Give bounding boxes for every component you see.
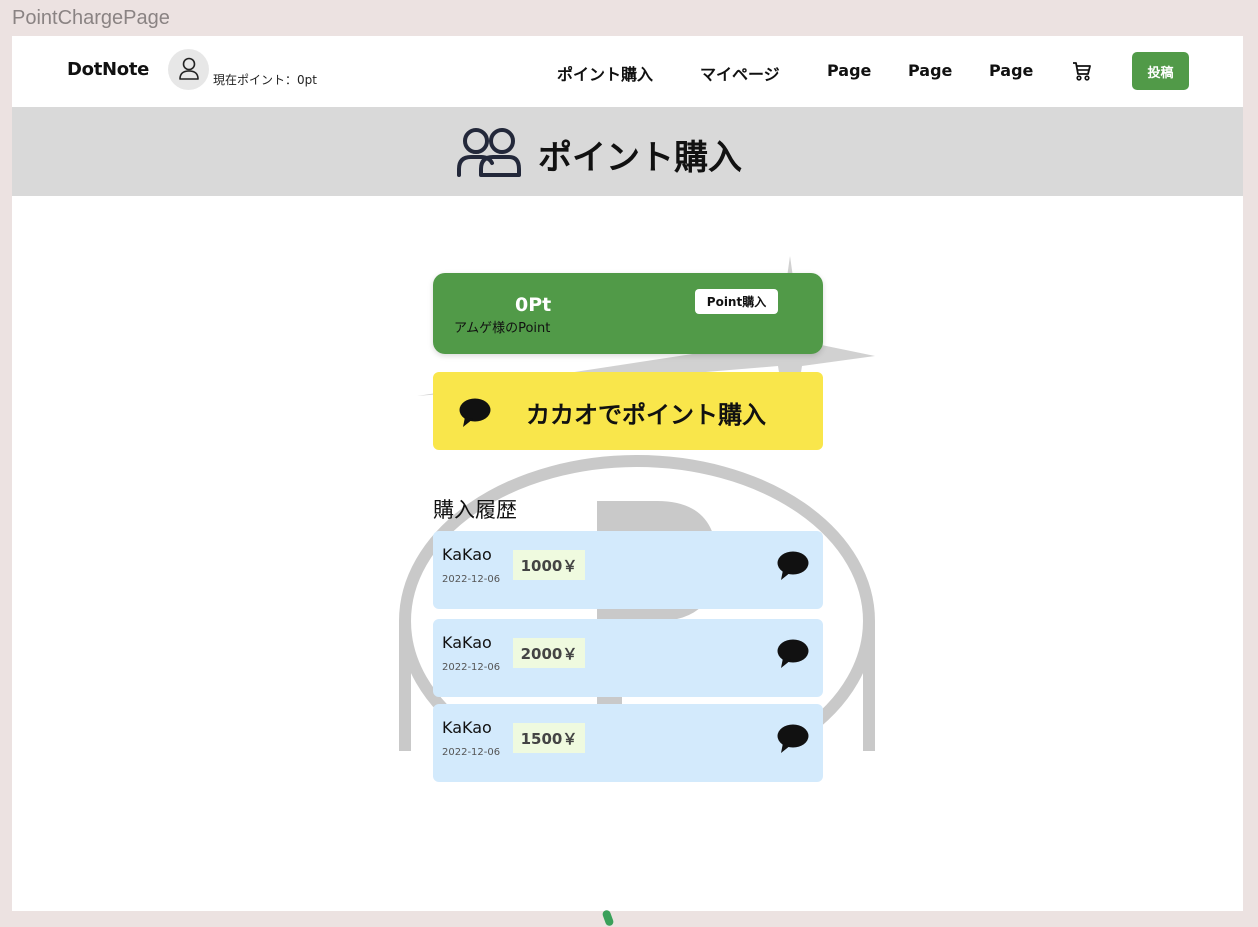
- user-icon: [179, 57, 199, 80]
- history-method: KaKao: [442, 718, 492, 737]
- page-title-band: ポイント購入: [12, 107, 1243, 196]
- frame-label: PointChargePage: [12, 7, 170, 29]
- post-button[interactable]: 投稿: [1132, 52, 1189, 90]
- history-date: 2022-12-06: [442, 662, 501, 673]
- nav-page-3[interactable]: Page: [989, 61, 1033, 80]
- cart-icon: [1073, 62, 1091, 81]
- nav-mypage[interactable]: マイページ: [700, 61, 780, 85]
- chat-bubble-icon: [777, 639, 809, 668]
- history-method: KaKao: [442, 633, 492, 652]
- nav-point-purchase[interactable]: ポイント購入: [557, 61, 653, 85]
- history-date: 2022-12-06: [442, 574, 501, 585]
- nav-page-2[interactable]: Page: [908, 61, 952, 80]
- avatar[interactable]: [168, 49, 209, 90]
- current-points: 現在ポイント：0pt: [213, 73, 317, 87]
- history-amount: 1000￥: [513, 550, 585, 580]
- history-amount: 2000￥: [513, 638, 585, 668]
- cart-button[interactable]: [1071, 60, 1093, 86]
- point-balance: 0Pt: [515, 294, 552, 316]
- history-row[interactable]: KaKao 2022-12-06 2000￥: [433, 619, 823, 697]
- history-row[interactable]: KaKao 2022-12-06 1000￥: [433, 531, 823, 609]
- history-method: KaKao: [442, 545, 492, 564]
- point-balance-card: 0Pt アムゲ様のPoint Point購入: [433, 273, 823, 354]
- chat-bubble-icon: [459, 398, 491, 427]
- page-title: ポイント購入: [538, 138, 742, 178]
- logo[interactable]: DotNote: [67, 59, 149, 80]
- history-amount: 1500￥: [513, 723, 585, 753]
- nav-page-1[interactable]: Page: [827, 61, 871, 80]
- history-date: 2022-12-06: [442, 747, 501, 758]
- top-navbar: DotNote 現在ポイント：0pt ポイント購入 マイページ Page Pag…: [12, 36, 1243, 107]
- users-icon: [457, 128, 521, 177]
- chat-bubble-icon: [777, 551, 809, 580]
- decorative-mark: [601, 909, 615, 927]
- point-purchase-button[interactable]: Point購入: [695, 289, 778, 314]
- chat-bubble-icon: [777, 724, 809, 753]
- kakao-purchase-button[interactable]: カカオでポイント購入: [433, 372, 823, 450]
- point-owner-label: アムゲ様のPoint: [454, 321, 551, 336]
- purchase-history-title: 購入履歴: [433, 498, 517, 522]
- point-charge-page: DotNote 現在ポイント：0pt ポイント購入 マイページ Page Pag…: [12, 36, 1243, 911]
- kakao-purchase-label: カカオでポイント購入: [526, 401, 766, 429]
- history-row[interactable]: KaKao 2022-12-06 1500￥: [433, 704, 823, 782]
